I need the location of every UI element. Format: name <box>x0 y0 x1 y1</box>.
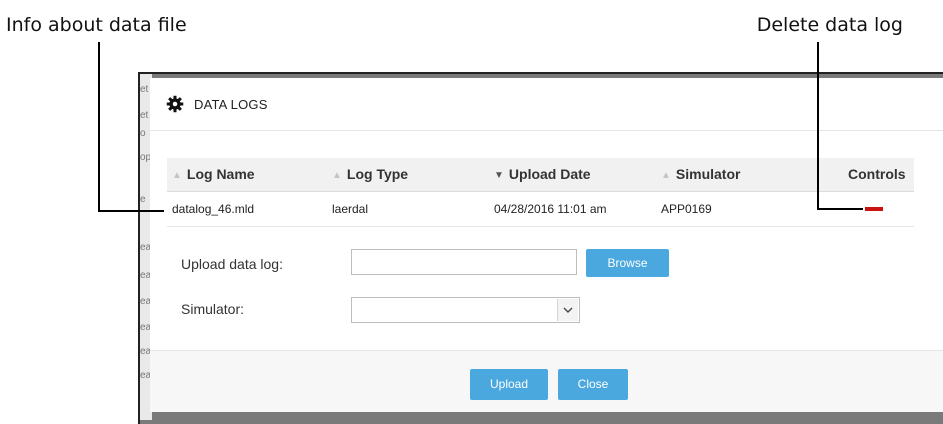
simulator-label: Simulator: <box>181 301 245 317</box>
simulator-select[interactable] <box>351 297 580 323</box>
sort-icon: ▲︎ <box>332 170 342 181</box>
column-header-upload-date[interactable]: ▼︎ Upload Date <box>494 158 591 191</box>
column-header-controls: Controls <box>848 166 906 182</box>
callout-delete-label: Delete data log <box>756 14 903 36</box>
data-logs-dialog: DATA LOGS ▲︎ Log Name ▲︎ Log Type ▼︎ Upload… <box>150 78 943 412</box>
browse-button[interactable]: Browse <box>586 249 669 277</box>
sort-icon: ▲︎ <box>172 170 182 181</box>
cell-simulator: APP0169 <box>661 202 712 216</box>
delete-log-button[interactable] <box>865 207 883 211</box>
cell-log-type: laerdal <box>332 202 369 216</box>
gear-icon <box>166 95 184 113</box>
callout-leader-vertical-right <box>817 42 819 210</box>
callout-leader-horizontal-right <box>817 208 863 210</box>
upload-button[interactable]: Upload <box>470 369 548 400</box>
table-row: datalog_46.mld laerdal 04/28/2016 11:01 … <box>167 192 914 227</box>
dialog-title: DATA LOGS <box>194 96 268 112</box>
cell-upload-date: 04/28/2016 11:01 am <box>494 202 607 216</box>
column-header-simulator[interactable]: ▲︎ Simulator <box>661 158 740 191</box>
sort-active-icon: ▼︎ <box>494 170 504 181</box>
table-header: ▲︎ Log Name ▲︎ Log Type ▼︎ Upload Date ▲︎ Si… <box>167 158 914 192</box>
upload-data-log-label: Upload data log: <box>181 256 283 272</box>
callout-leader-vertical-left <box>98 42 100 212</box>
column-header-log-type[interactable]: ▲︎ Log Type <box>332 158 408 191</box>
upload-file-input[interactable] <box>351 249 577 275</box>
data-logs-table: ▲︎ Log Name ▲︎ Log Type ▼︎ Upload Date ▲︎ Si… <box>167 158 914 227</box>
cell-log-name: datalog_46.mld <box>172 202 255 216</box>
dialog-footer: Upload Close <box>150 350 943 412</box>
close-button[interactable]: Close <box>558 369 628 400</box>
column-header-log-name[interactable]: ▲︎ Log Name <box>172 158 255 191</box>
chevron-down-icon[interactable] <box>557 299 578 321</box>
callout-info-label: Info about data file <box>6 14 187 36</box>
callout-leader-horizontal-left <box>98 210 164 212</box>
sort-icon: ▲︎ <box>661 170 671 181</box>
dialog-header: DATA LOGS <box>150 78 943 131</box>
